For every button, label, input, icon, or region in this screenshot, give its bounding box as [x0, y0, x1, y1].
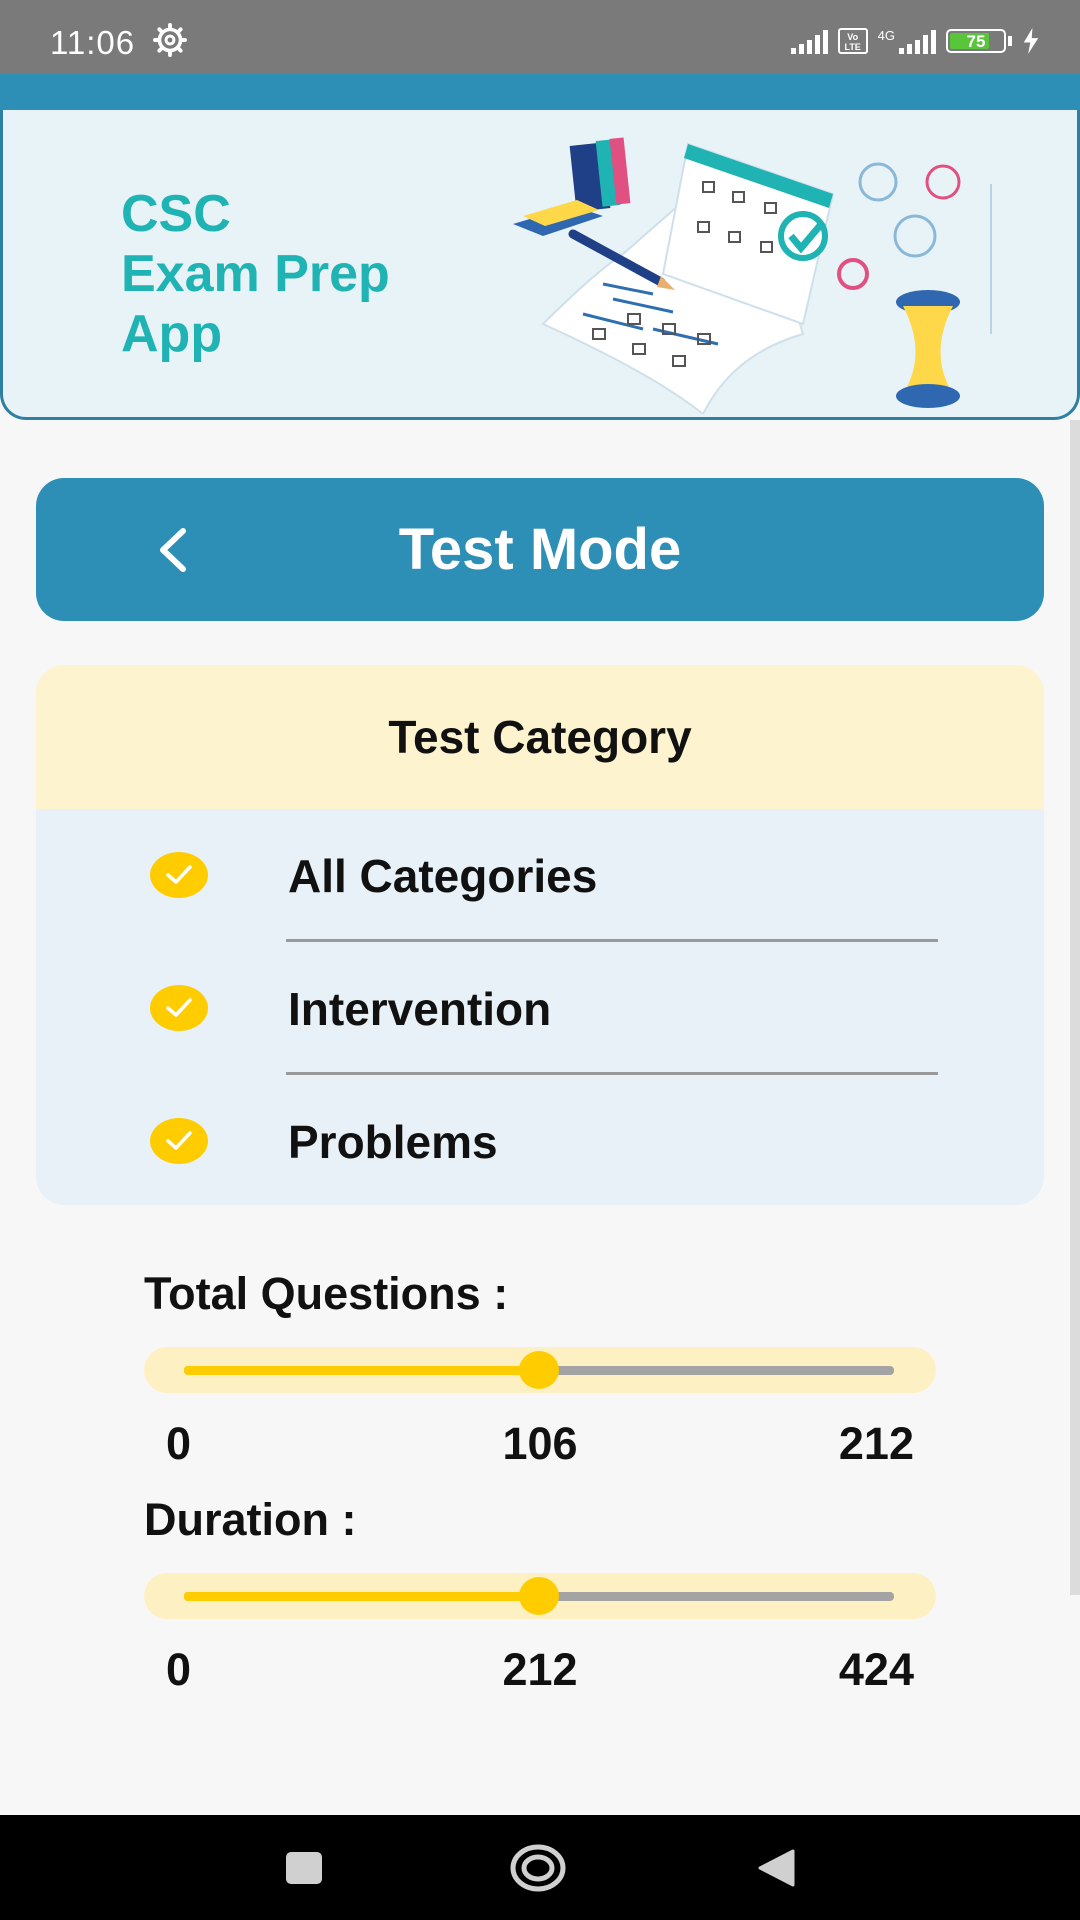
battery-tip	[1008, 36, 1012, 46]
check-icon	[166, 998, 192, 1017]
total-questions-ticks: 0 106 212	[144, 1418, 936, 1478]
duration-ticks: 0 212 424	[144, 1644, 936, 1704]
battery-icon: 75	[946, 29, 1006, 53]
recents-button[interactable]	[274, 1843, 334, 1893]
category-item-intervention[interactable]: Intervention	[36, 942, 1044, 1075]
test-category-card: Test Category All Categories Interventio…	[36, 665, 1044, 1205]
square-icon	[286, 1852, 322, 1884]
exam-illustration	[513, 137, 992, 414]
circle-icon	[510, 1844, 566, 1892]
total-questions-label: Total Questions :	[144, 1268, 509, 1319]
books-icon	[513, 137, 631, 236]
play-icon	[858, 162, 898, 202]
header-banner: CSC Exam Prep App	[0, 110, 1080, 420]
check-icon	[166, 865, 192, 884]
category-item-problems[interactable]: Problems	[36, 1075, 1044, 1205]
app-title-line-3: App	[121, 305, 223, 363]
category-label: All Categories	[288, 850, 598, 902]
volte-icon: Vo LTE	[837, 28, 868, 54]
category-label: Problems	[288, 1116, 498, 1168]
page-title: Test Mode	[398, 517, 682, 582]
app-title: CSC Exam Prep App	[121, 184, 390, 364]
check-icon	[166, 1131, 192, 1150]
checkbox[interactable]	[150, 852, 208, 898]
checkbox[interactable]	[150, 985, 208, 1031]
settings-gear-icon	[153, 23, 187, 57]
duration-slider[interactable]	[144, 1573, 936, 1619]
category-label: Intervention	[288, 983, 552, 1035]
system-nav-bar	[0, 1815, 1080, 1920]
battery-level: 75	[966, 32, 986, 51]
network-type-label: 4G	[877, 27, 895, 43]
slider-thumb[interactable]	[519, 1577, 559, 1615]
triangle-back-icon	[758, 1849, 795, 1887]
checkbox[interactable]	[150, 1118, 208, 1164]
tick-max: 212	[838, 1418, 914, 1469]
charging-bolt-icon	[1023, 28, 1039, 54]
slider-fill	[184, 1366, 539, 1375]
signal-2-icon	[899, 28, 936, 54]
status-time: 11:06	[50, 24, 136, 61]
category-item-all-categories[interactable]: All Categories	[36, 809, 1044, 942]
slider-thumb[interactable]	[519, 1351, 559, 1389]
status-icons: Vo LTE 4G 75	[790, 26, 1040, 56]
app-title-line-1: CSC	[121, 185, 231, 243]
tick-value: 106	[502, 1418, 578, 1469]
back-nav-button[interactable]	[746, 1843, 806, 1893]
tick-value: 212	[502, 1644, 578, 1695]
duration-label: Duration :	[144, 1494, 357, 1545]
total-questions-slider[interactable]	[144, 1347, 936, 1393]
app-title-line-2: Exam Prep	[121, 245, 390, 303]
test-mode-bar: Test Mode	[36, 478, 1044, 621]
wrong-badge-icon	[837, 258, 869, 290]
scrollbar[interactable]	[1070, 420, 1080, 1595]
hourglass-icon	[896, 290, 960, 408]
status-bar: 11:06 Vo LTE 4G 75	[0, 0, 1080, 74]
clock-icon	[925, 164, 961, 200]
home-button[interactable]	[508, 1843, 568, 1893]
category-header: Test Category	[36, 665, 1044, 809]
signal-1-icon	[790, 28, 828, 54]
user-icon	[893, 214, 937, 258]
tick-max: 424	[838, 1644, 914, 1695]
slider-fill	[184, 1592, 539, 1601]
